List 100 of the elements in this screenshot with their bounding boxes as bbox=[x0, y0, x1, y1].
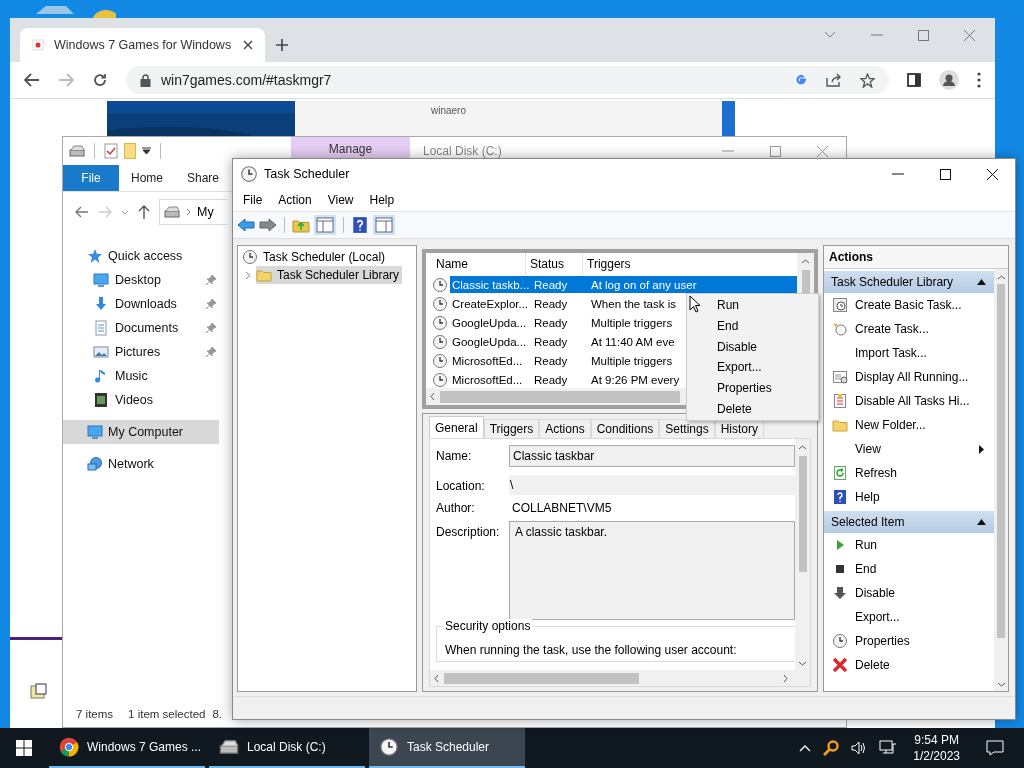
command-link[interactable]: Help bbox=[855, 490, 984, 504]
chevron-down-icon[interactable] bbox=[121, 209, 129, 215]
chevron-up-icon[interactable] bbox=[799, 744, 812, 752]
scrollbar[interactable] bbox=[430, 670, 810, 686]
scrollbar[interactable] bbox=[994, 269, 1008, 691]
scroll-left-icon[interactable] bbox=[430, 392, 435, 401]
section-header[interactable]: Task Scheduler Library bbox=[824, 271, 994, 293]
command-link[interactable]: Properties bbox=[855, 634, 984, 648]
scroll-up-icon[interactable] bbox=[996, 275, 1006, 280]
address-bar[interactable]: win7games.com/#taskmgr7 bbox=[126, 66, 889, 94]
share-icon[interactable] bbox=[826, 73, 842, 87]
menu-item[interactable]: Delete bbox=[687, 398, 818, 420]
command-link[interactable]: Disable All Tasks Hi... bbox=[855, 394, 984, 408]
nav-item[interactable]: Network bbox=[63, 452, 219, 476]
nav-item[interactable]: Downloads bbox=[63, 292, 219, 316]
collapse-icon[interactable] bbox=[977, 279, 986, 285]
scroll-down-icon[interactable] bbox=[798, 661, 807, 666]
nav-item[interactable]: Documents bbox=[63, 316, 219, 340]
tab[interactable]: Actions bbox=[539, 419, 591, 438]
command-link[interactable]: Export... bbox=[855, 610, 984, 624]
ribbon-tab[interactable]: Home bbox=[119, 165, 175, 191]
colored-ring-icon[interactable] bbox=[794, 73, 808, 87]
pane-toggle-icon[interactable] bbox=[314, 215, 336, 235]
nav-item[interactable]: Pictures bbox=[63, 340, 219, 364]
command-link[interactable]: Import Task... bbox=[855, 346, 984, 360]
back-icon[interactable] bbox=[75, 206, 89, 218]
taskbar-button[interactable]: Local Disk (C:) bbox=[209, 728, 365, 768]
command-link[interactable]: Delete bbox=[855, 658, 984, 672]
menu-item[interactable]: File bbox=[235, 193, 271, 207]
command-link[interactable]: Display All Running... bbox=[855, 370, 984, 384]
more-menu-icon[interactable] bbox=[977, 72, 981, 88]
forward-icon[interactable] bbox=[259, 218, 277, 232]
nav-item[interactable]: Desktop bbox=[63, 268, 219, 292]
column-header[interactable]: Name bbox=[432, 253, 526, 275]
reload-icon[interactable] bbox=[92, 72, 108, 88]
scroll-down-icon[interactable] bbox=[996, 682, 1006, 687]
menu-item[interactable]: Export... bbox=[687, 357, 818, 378]
menu-item[interactable]: View bbox=[319, 193, 362, 207]
command-link[interactable]: Run bbox=[855, 538, 984, 552]
caret-icon[interactable] bbox=[142, 147, 151, 155]
scroll-left-icon[interactable] bbox=[434, 673, 439, 683]
menu-item[interactable]: Disable bbox=[687, 336, 818, 357]
menu-item[interactable]: End bbox=[687, 315, 818, 337]
command-link[interactable]: New Folder... bbox=[855, 418, 984, 432]
speaker-icon[interactable] bbox=[851, 741, 868, 755]
command-link[interactable]: Create Basic Task... bbox=[855, 298, 984, 312]
star-outline-icon[interactable] bbox=[860, 72, 875, 88]
windows-logo-icon[interactable] bbox=[16, 740, 32, 756]
profile-icon[interactable] bbox=[939, 70, 959, 90]
browser-tab[interactable]: Windows 7 Games for Windows bbox=[20, 28, 265, 62]
menu-item[interactable]: Run bbox=[687, 295, 818, 316]
command-link[interactable]: Create Task... bbox=[855, 322, 984, 336]
tab[interactable]: Conditions bbox=[590, 419, 660, 438]
back-icon[interactable] bbox=[237, 218, 255, 232]
section-header[interactable]: Selected Item bbox=[824, 511, 994, 533]
tab[interactable]: Triggers bbox=[483, 419, 540, 438]
folder-up-icon[interactable] bbox=[292, 217, 310, 233]
task-row[interactable]: Classic taskb... Ready At log on of any user bbox=[450, 276, 797, 293]
checklist-icon[interactable] bbox=[104, 143, 118, 159]
command-link[interactable]: Disable bbox=[855, 586, 984, 600]
close-icon[interactable] bbox=[987, 168, 998, 180]
ribbon-tab[interactable]: Share bbox=[175, 165, 232, 191]
up-arrow-icon[interactable] bbox=[138, 205, 150, 219]
scroll-up-icon[interactable] bbox=[801, 259, 810, 264]
command-link[interactable]: View bbox=[855, 442, 979, 456]
chevron-down-icon[interactable] bbox=[824, 31, 836, 39]
collapse-icon[interactable] bbox=[977, 519, 986, 525]
scroll-right-icon[interactable] bbox=[783, 673, 788, 683]
nav-item[interactable]: Videos bbox=[63, 388, 219, 412]
menu-item[interactable]: Help bbox=[361, 193, 403, 207]
tree-item[interactable]: Task Scheduler Library bbox=[256, 266, 403, 284]
address-bar[interactable]: My bbox=[159, 199, 227, 225]
taskbar-button[interactable]: Task Scheduler bbox=[369, 728, 525, 768]
scroll-thumb[interactable] bbox=[801, 270, 810, 294]
maximize-icon[interactable] bbox=[940, 168, 951, 180]
taskbar-button[interactable]: Windows 7 Games ... bbox=[49, 728, 205, 768]
scroll-up-icon[interactable] bbox=[798, 445, 807, 450]
network-icon[interactable] bbox=[879, 740, 898, 756]
nav-item[interactable]: Quick access bbox=[63, 244, 219, 268]
tree-item[interactable]: Task Scheduler (Local) bbox=[242, 248, 412, 266]
new-tab-icon[interactable] bbox=[275, 38, 289, 52]
description-field[interactable]: A classic taskbar. bbox=[509, 521, 795, 620]
tab[interactable]: General bbox=[429, 416, 484, 438]
magnifier-icon[interactable] bbox=[823, 740, 840, 756]
command-link[interactable]: End bbox=[855, 562, 984, 576]
close-icon[interactable] bbox=[243, 40, 253, 50]
back-icon[interactable] bbox=[24, 73, 40, 87]
clock[interactable]: 9:54 PM 1/2/2023 bbox=[913, 732, 960, 764]
ribbon-tab[interactable]: File bbox=[63, 165, 119, 191]
scrollbar[interactable] bbox=[795, 439, 810, 670]
menu-item[interactable]: Properties bbox=[687, 377, 818, 399]
nav-item[interactable]: My Computer bbox=[63, 420, 219, 444]
nav-item[interactable]: Music bbox=[63, 364, 219, 388]
tab[interactable]: Settings bbox=[659, 419, 715, 438]
command-link[interactable]: Refresh bbox=[855, 466, 984, 480]
column-header[interactable]: Triggers bbox=[583, 253, 797, 275]
column-header[interactable]: Status bbox=[526, 253, 583, 275]
side-panel-icon[interactable] bbox=[907, 73, 921, 87]
chevron-icon[interactable] bbox=[245, 270, 251, 280]
pane-toggle-icon[interactable] bbox=[373, 215, 395, 235]
